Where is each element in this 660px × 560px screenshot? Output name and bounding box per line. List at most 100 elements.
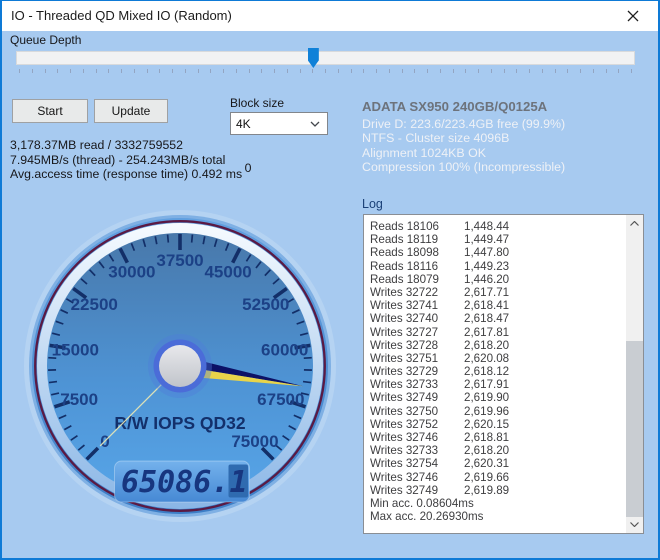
slider-tick: [478, 69, 479, 73]
log-value: 2,617.71: [464, 285, 510, 299]
drive-alignment: Alignment 1024KB OK: [362, 145, 486, 160]
slider-tick: [70, 69, 71, 73]
log-summary-row[interactable]: Max acc. 20.26930ms: [370, 510, 625, 523]
log-listbox[interactable]: Reads 18106 1,448.44 Reads 18119 1,449.47 Re…: [363, 214, 644, 534]
slider-tick: [465, 69, 467, 73]
log-row[interactable]: Writes 32728 2,618.20: [370, 339, 625, 352]
log-op: Writes 32746: [370, 431, 439, 444]
slider-tick: [197, 69, 199, 73]
log-row[interactable]: Writes 32750 2,619.96: [370, 405, 625, 418]
svg-text:65086.: 65086.: [121, 465, 229, 500]
slider-tick: [350, 69, 352, 73]
slider-tick: [274, 69, 275, 73]
log-row[interactable]: Reads 18079 1,446.20: [370, 273, 625, 286]
log-op: Reads 18098: [370, 246, 439, 260]
slider-tick: [541, 69, 543, 73]
slider-tick: [376, 69, 377, 73]
slider-tick: [325, 69, 326, 73]
log-value: 2,619.90: [464, 391, 510, 405]
log-row[interactable]: Writes 32749 2,619.90: [370, 391, 625, 404]
log-row[interactable]: Writes 32733 2,618.20: [370, 444, 625, 457]
log-op: Reads 18119: [370, 233, 439, 247]
log-row[interactable]: Writes 32740 2,618.47: [370, 312, 625, 325]
log-row[interactable]: Writes 32733 2,617.91: [370, 378, 625, 391]
log-row[interactable]: Reads 18098 1,447.80: [370, 246, 625, 259]
drive-model: ADATA SX950 240GB/Q0125A: [362, 99, 548, 114]
log-value: 2,618.20: [464, 338, 510, 352]
scrollbar-thumb[interactable]: [626, 341, 643, 517]
update-button[interactable]: Update: [94, 99, 168, 123]
log-row[interactable]: Reads 18119 1,449.47: [370, 233, 625, 246]
slider-tick: [121, 69, 122, 73]
log-row[interactable]: Writes 32722 2,617.71: [370, 286, 625, 299]
log-value: 2,618.12: [464, 365, 510, 379]
slider-tick: [452, 69, 454, 73]
svg-text:15000: 15000: [52, 341, 99, 360]
slider-tick: [388, 69, 390, 73]
start-button[interactable]: Start: [12, 99, 88, 123]
slider-tick: [631, 69, 632, 73]
slider-tick: [503, 69, 505, 73]
close-button[interactable]: [612, 1, 654, 31]
slider-tick: [439, 69, 441, 73]
slider-tick: [261, 69, 263, 73]
slider-tick: [337, 69, 339, 73]
queue-depth-slider-thumb[interactable]: [307, 48, 319, 68]
log-row[interactable]: Writes 32741 2,618.41: [370, 299, 625, 312]
log-summary-row[interactable]: Min acc. 0.08604ms: [370, 497, 625, 510]
log-op: Writes 32746: [370, 470, 439, 484]
log-row[interactable]: Writes 32746 2,619.66: [370, 471, 625, 484]
queue-depth-slider-track[interactable]: [16, 51, 635, 65]
scroll-down-button[interactable]: [626, 516, 643, 533]
svg-text:1: 1: [229, 465, 247, 500]
log-op: Writes 32752: [370, 417, 439, 431]
slider-tick: [223, 69, 224, 73]
log-row[interactable]: Writes 32754 2,620.31: [370, 457, 625, 470]
log-op: Writes 32733: [370, 378, 439, 392]
block-size-select[interactable]: 4K: [230, 112, 328, 135]
drive-free-space: Drive D: 223.6/223.4GB free (99.9%): [362, 117, 566, 131]
log-row[interactable]: Writes 32751 2,620.08: [370, 352, 625, 365]
log-row[interactable]: Reads 18116 1,449.23: [370, 260, 625, 273]
log-row[interactable]: Writes 32727 2,617.81: [370, 326, 625, 339]
log-value: 2,618.81: [464, 431, 510, 444]
iops-gauge: 0750015000225003000037500450005250060000…: [24, 210, 336, 522]
chevron-down-icon: [630, 522, 639, 527]
log-row[interactable]: Writes 32752 2,620.15: [370, 418, 625, 431]
window-title: IO - Threaded QD Mixed IO (Random): [11, 8, 232, 23]
slider-tick: [490, 69, 492, 73]
log-value: 2,618.20: [464, 444, 510, 458]
svg-text:67500: 67500: [257, 390, 304, 409]
slider-tick: [44, 69, 46, 73]
log-op: Writes 32722: [370, 285, 439, 299]
slider-tick: [31, 69, 33, 73]
log-op: Writes 32740: [370, 312, 439, 326]
log-value: 1,449.23: [464, 259, 510, 273]
log-row[interactable]: Writes 32749 2,619.89: [370, 484, 625, 497]
drive-compression: Compression 100% (Incompressible): [362, 159, 566, 174]
log-value: 2,619.89: [464, 483, 510, 497]
log-value: 2,620.08: [464, 351, 510, 365]
drive-info: Drive D: 223.6/223.4GB free (99.9%) NTFS…: [362, 117, 565, 174]
log-row[interactable]: Writes 32746 2,618.81: [370, 431, 625, 444]
log-row[interactable]: Writes 32729 2,618.12: [370, 365, 625, 378]
log-op: Writes 32749: [370, 391, 439, 405]
scroll-up-button[interactable]: [626, 215, 643, 232]
log-op: Reads 18079: [370, 272, 439, 286]
svg-text:R/W IOPS QD32: R/W IOPS QD32: [114, 413, 246, 433]
log-value: 2,617.81: [464, 325, 510, 339]
block-size-label: Block size: [230, 96, 285, 110]
slider-tick: [580, 69, 581, 73]
threads-value: 0: [244, 161, 252, 175]
log-value: 2,619.96: [464, 404, 510, 418]
log-row[interactable]: Reads 18106 1,448.44: [370, 220, 625, 233]
log-value: 2,618.41: [464, 299, 510, 313]
log-label: Log: [362, 197, 383, 211]
slider-tick: [427, 69, 428, 73]
log-op: Writes 32749: [370, 483, 439, 497]
log-scrollbar[interactable]: [626, 215, 643, 533]
queue-depth-slider-ticks: [19, 69, 632, 73]
title-bar: IO - Threaded QD Mixed IO (Random): [2, 1, 658, 31]
log-value: 1,448.44: [464, 220, 510, 233]
log-op: Writes 32741: [370, 299, 439, 313]
